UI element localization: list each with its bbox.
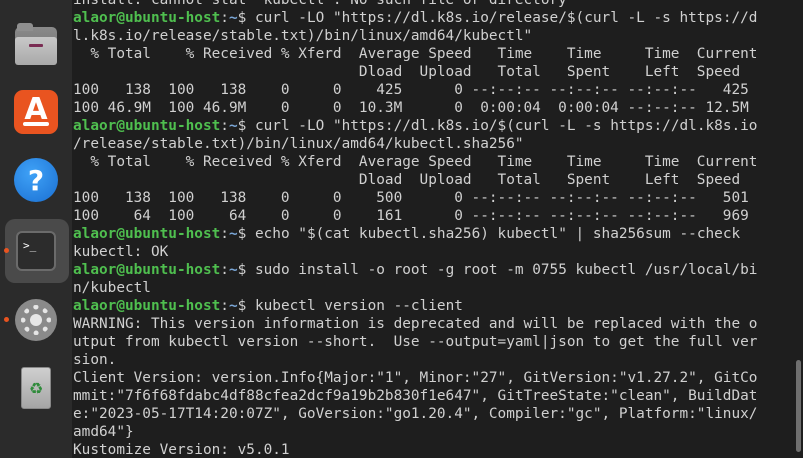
terminal-command-line: alaor@ubuntu-host:~$ echo "$(cat kubectl… (73, 225, 793, 243)
terminal-output-line: 100 46.9M 100 46.9M 0 0 10.3M 0 0:00:04 … (73, 99, 793, 117)
gear-icon (15, 299, 57, 341)
terminal-window[interactable]: install: cannot stat 'kubectl': No such … (72, 0, 803, 458)
terminal-output-line: 100 64 100 64 0 0 161 0 --:--:-- --:--:-… (73, 207, 793, 225)
prompt-path: ~ (228, 10, 238, 26)
terminal-output-line: Kustomize Version: v5.0.1 (73, 441, 793, 458)
dock-item-terminal[interactable]: >_ (12, 227, 60, 275)
terminal-command-line: alaor@ubuntu-host:~$ curl -LO "https://d… (73, 117, 793, 135)
prompt-separator: : (220, 226, 229, 242)
terminal-icon: >_ (16, 231, 56, 271)
prompt-separator: : (220, 118, 229, 134)
line-text: % Total % Received % Xferd Average Speed… (73, 154, 758, 170)
line-text: mmit:"7f6f68fdabc4df88cfea2dcf9a19b2b830… (73, 388, 758, 404)
terminal-output-line: n/kubectl (73, 279, 793, 297)
line-text: sion. (73, 352, 117, 368)
dock: A ? >_ ♻ (0, 0, 72, 458)
terminal-command-line: alaor@ubuntu-host:~$ curl -LO "https://d… (73, 9, 793, 27)
terminal-output-line: e:"2023-05-17T14:20:07Z", GoVersion:"go1… (73, 405, 793, 423)
dock-item-app-center[interactable]: A (12, 88, 60, 136)
prompt-path: ~ (228, 226, 238, 242)
line-text: n/kubectl (73, 280, 151, 296)
files-icon (15, 23, 57, 65)
prompt-user-host: alaor@ubuntu-host (73, 298, 221, 314)
line-text: install: cannot stat 'kubectl': No such … (73, 0, 567, 8)
terminal-output-line: 100 138 100 138 0 0 500 0 --:--:-- --:--… (73, 189, 793, 207)
terminal-output-line: WARNING: This version information is dep… (73, 315, 793, 333)
line-text: kubectl version --client (254, 298, 463, 314)
dock-item-files[interactable] (12, 22, 60, 70)
line-text: 100 138 100 138 0 0 500 0 --:--:-- --:--… (73, 190, 749, 206)
prompt-symbol: $ (237, 118, 255, 134)
terminal-output-line: /release/stable.txt)/bin/linux/amd64/kub… (73, 135, 793, 153)
terminal-output-line: l.k8s.io/release/stable.txt)/bin/linux/a… (73, 27, 793, 45)
app-store-icon: A (14, 90, 58, 134)
terminal-output: install: cannot stat 'kubectl': No such … (73, 0, 793, 458)
line-text: % Total % Received % Xferd Average Speed… (73, 46, 758, 62)
line-text: 100 138 100 138 0 0 425 0 --:--:-- --:--… (73, 82, 749, 98)
terminal-output-line: sion. (73, 351, 793, 369)
terminal-output-line: % Total % Received % Xferd Average Speed… (73, 153, 793, 171)
prompt-symbol: $ (237, 10, 255, 26)
line-text: l.k8s.io/release/stable.txt)/bin/linux/a… (73, 28, 533, 44)
prompt-path: ~ (228, 262, 238, 278)
terminal-output-line: install: cannot stat 'kubectl': No such … (73, 0, 793, 9)
line-text: 100 46.9M 100 46.9M 0 0 10.3M 0 0:00:04 … (73, 100, 749, 116)
line-text: curl -LO "https://dl.k8s.io/release/$(cu… (254, 10, 758, 26)
terminal-output-line: kubectl: OK (73, 243, 793, 261)
terminal-output-line: Dload Upload Total Spent Left Speed (73, 63, 793, 81)
prompt-separator: : (220, 262, 229, 278)
terminal-output-line: mmit:"7f6f68fdabc4df88cfea2dcf9a19b2b830… (73, 387, 793, 405)
running-indicator-terminal (4, 248, 9, 253)
terminal-output-line: Dload Upload Total Spent Left Speed (73, 171, 793, 189)
terminal-output-line: 100 138 100 138 0 0 425 0 --:--:-- --:--… (73, 81, 793, 99)
prompt-separator: : (220, 298, 229, 314)
terminal-command-line: alaor@ubuntu-host:~$ kubectl version --c… (73, 297, 793, 315)
scrollbar[interactable] (796, 360, 801, 452)
dock-item-settings[interactable] (12, 296, 60, 344)
dock-item-help[interactable]: ? (12, 156, 60, 204)
terminal-command-line: alaor@ubuntu-host:~$ sudo install -o roo… (73, 261, 793, 279)
terminal-output-line: amd64"} (73, 423, 793, 441)
help-icon: ? (14, 158, 58, 202)
line-text: Dload Upload Total Spent Left Speed (73, 172, 741, 188)
prompt-path: ~ (228, 118, 238, 134)
line-text: utput from kubectl version --short. Use … (73, 334, 758, 350)
running-indicator-settings (4, 317, 9, 322)
prompt-symbol: $ (237, 226, 255, 242)
prompt-path: ~ (228, 298, 238, 314)
line-text: echo "$(cat kubectl.sha256) kubectl" | s… (254, 226, 741, 242)
line-text: sudo install -o root -g root -m 0755 kub… (254, 262, 758, 278)
prompt-user-host: alaor@ubuntu-host (73, 118, 221, 134)
prompt-separator: : (220, 10, 229, 26)
line-text: /release/stable.txt)/bin/linux/amd64/kub… (73, 136, 524, 152)
prompt-symbol: $ (237, 262, 255, 278)
terminal-output-line: Client Version: version.Info{Major:"1", … (73, 369, 793, 387)
line-text: e:"2023-05-17T14:20:07Z", GoVersion:"go1… (73, 406, 758, 422)
line-text: 100 64 100 64 0 0 161 0 --:--:-- --:--:-… (73, 208, 749, 224)
terminal-output-line: utput from kubectl version --short. Use … (73, 333, 793, 351)
trash-icon: ♻ (21, 367, 51, 409)
line-text: curl -LO "https://dl.k8s.io/$(curl -L -s… (254, 118, 758, 134)
line-text: kubectl: OK (73, 244, 169, 260)
line-text: WARNING: This version information is dep… (73, 316, 758, 332)
line-text: Client Version: version.Info{Major:"1", … (73, 370, 758, 386)
prompt-user-host: alaor@ubuntu-host (73, 10, 221, 26)
prompt-user-host: alaor@ubuntu-host (73, 262, 221, 278)
line-text: Dload Upload Total Spent Left Speed (73, 64, 741, 80)
prompt-user-host: alaor@ubuntu-host (73, 226, 221, 242)
terminal-output-line: % Total % Received % Xferd Average Speed… (73, 45, 793, 63)
line-text: amd64"} (73, 424, 134, 440)
line-text: Kustomize Version: v5.0.1 (73, 442, 290, 458)
dock-item-trash[interactable]: ♻ (12, 364, 60, 412)
prompt-symbol: $ (237, 298, 255, 314)
